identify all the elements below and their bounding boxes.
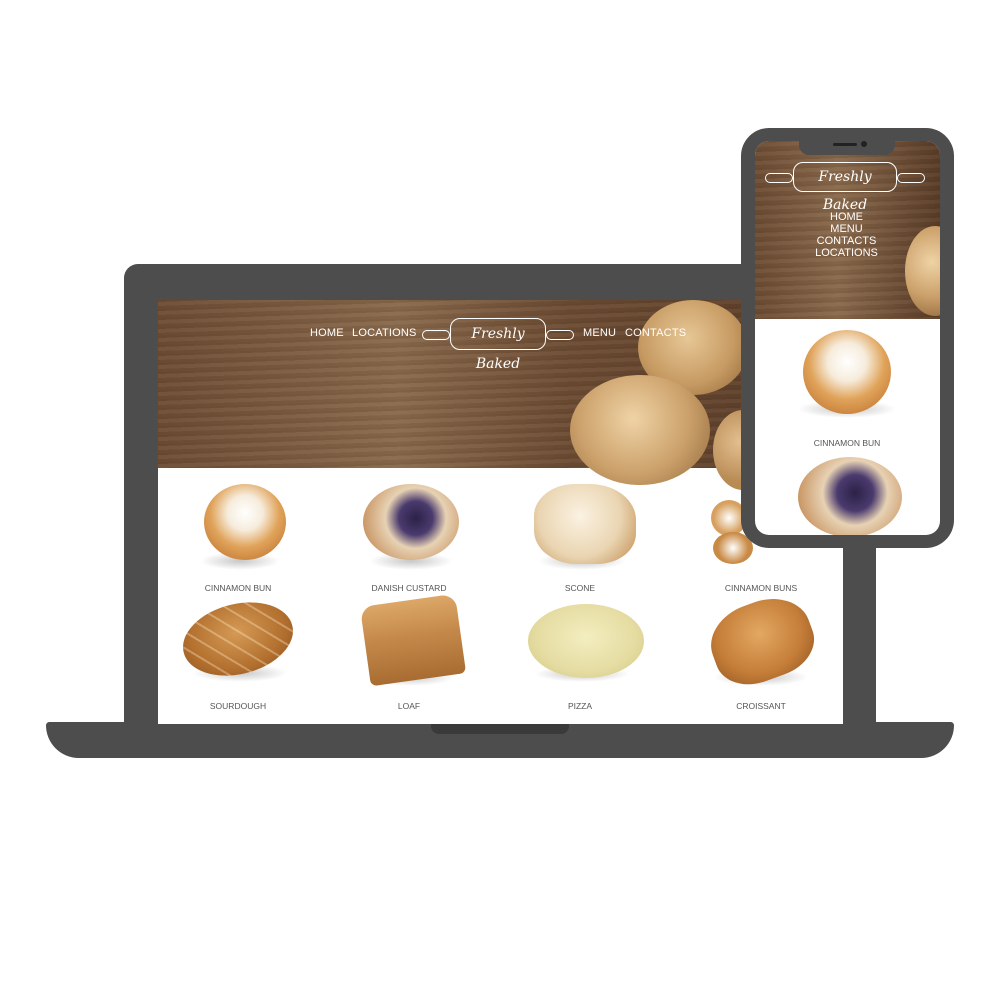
product-card[interactable]: SCONE [510, 480, 650, 593]
product-card[interactable]: CINNAMON BUN [777, 326, 917, 448]
product-card[interactable]: PIZZA [510, 598, 650, 711]
product-card[interactable]: DANISH CUSTARD [339, 480, 479, 593]
product-label: SCONE [564, 583, 596, 593]
product-card[interactable]: CROISSANT [691, 586, 831, 711]
nav-menu-link[interactable]: MENU [583, 327, 616, 339]
phone-notch [799, 137, 895, 155]
loaf-image [359, 593, 467, 687]
mobile-nav-home[interactable]: HOME [755, 211, 939, 223]
cinnamon-bun-image [803, 330, 891, 414]
mobile-nav-locations[interactable]: LOCATIONS [755, 247, 939, 259]
bread-roll-image [570, 375, 710, 485]
product-card[interactable]: CINNAMON BUN [168, 480, 308, 593]
product-label: PIZZA [567, 701, 593, 711]
danish-custard-image [363, 484, 459, 560]
nav-locations-link[interactable]: LOCATIONS [352, 327, 417, 339]
product-label: CINNAMON BUNS [724, 583, 798, 593]
product-card[interactable]: SOURDOUGH [168, 591, 308, 711]
scone-image [534, 484, 636, 564]
rolling-pin-logo-icon[interactable]: Freshly Baked [422, 318, 574, 372]
cinnamon-bun-image [204, 484, 286, 560]
product-label: CINNAMON BUN [813, 438, 881, 448]
nav-contacts-link[interactable]: CONTACTS [625, 327, 686, 339]
nav-home-link[interactable]: HOME [310, 327, 344, 339]
phone-screen: Freshly Baked HOME MENU CONTACTS LOCATIO… [755, 141, 940, 535]
danish-custard-image [798, 457, 902, 535]
logo-text: Freshly Baked [793, 162, 897, 213]
mobile-hero-banner: Freshly Baked HOME MENU CONTACTS LOCATIO… [755, 141, 940, 319]
product-label: CROISSANT [736, 701, 786, 711]
product-card[interactable]: LOAF [339, 593, 479, 711]
product-label: LOAF [397, 701, 421, 711]
mobile-nav-contacts[interactable]: CONTACTS [755, 235, 939, 247]
product-label: SOURDOUGH [209, 701, 267, 711]
product-label: DANISH CUSTARD [371, 583, 447, 593]
pizza-image [528, 604, 644, 678]
product-label: CINNAMON BUN [204, 583, 272, 593]
rolling-pin-logo-icon[interactable]: Freshly Baked [765, 162, 925, 213]
logo-text: Freshly Baked [450, 318, 546, 372]
mobile-nav-menu[interactable]: MENU [755, 223, 939, 235]
